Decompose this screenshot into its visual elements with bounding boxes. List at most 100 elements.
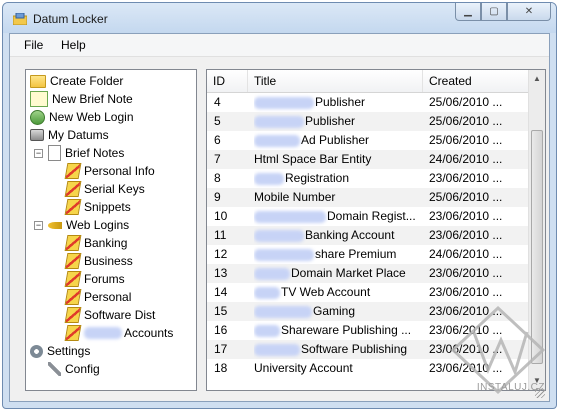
tree-item-forums[interactable]: Forums [64, 270, 125, 288]
tree-item-new-brief-note[interactable]: New Brief Note [30, 90, 133, 108]
tree-item-label: Create Folder [50, 74, 124, 88]
note-icon [48, 145, 61, 161]
pencil-icon [64, 163, 82, 179]
cell-created: 23/06/2010 ... [429, 304, 503, 318]
table-row[interactable]: 9 Mobile Number 25/06/2010 ... [207, 188, 529, 207]
table-row[interactable]: 6 Ad Publisher 25/06/2010 ... [207, 131, 529, 150]
table-row[interactable]: 5 Publisher 25/06/2010 ... [207, 112, 529, 131]
redacted-text [84, 327, 122, 339]
cell-title: Publisher [254, 112, 420, 131]
folder-icon [30, 74, 46, 88]
app-logo-icon [13, 13, 27, 25]
minimize-button[interactable]: ▁ [455, 3, 481, 21]
scroll-up-icon[interactable]: ▲ [531, 72, 543, 86]
tree-item-snippets[interactable]: Snippets [64, 198, 131, 216]
cell-title: Publisher [254, 93, 420, 112]
tree-item-label: My Datums [48, 128, 109, 142]
tree-item-label: Accounts [124, 326, 174, 340]
tree-item-label: Web Logins [66, 218, 130, 232]
window-title: Datum Locker [33, 12, 108, 26]
cell-title-text: Domain Market Place [291, 266, 406, 280]
table-row[interactable]: 16 Shareware Publishing ... 23/06/2010 ... [207, 321, 529, 340]
tree-item-brief-notes[interactable]: Brief Notes [48, 144, 124, 162]
table-row[interactable]: 10 Domain Regist... 23/06/2010 ... [207, 207, 529, 226]
maximize-button[interactable]: ▢ [481, 3, 507, 21]
tree-item-label: Banking [84, 236, 128, 250]
redacted-text [254, 210, 326, 223]
close-button[interactable]: ✕ [507, 3, 551, 21]
tree-item-label: New Brief Note [52, 92, 133, 106]
cell-title: Ad Publisher [254, 131, 420, 150]
tree-item-personal-info[interactable]: Personal Info [64, 162, 155, 180]
title-bar[interactable]: Datum Locker ▁ ▢ ✕ [3, 3, 556, 33]
table-row[interactable]: 14 TV Web Account 23/06/2010 ... [207, 283, 529, 302]
tree-item-create-folder[interactable]: Create Folder [30, 72, 123, 90]
redacted-text [254, 324, 280, 337]
cell-id: 13 [214, 266, 228, 280]
tree-item-banking[interactable]: Banking [64, 234, 128, 252]
cell-id: 12 [214, 247, 228, 261]
tree-item-new-web-login[interactable]: New Web Login [30, 108, 134, 126]
cell-created: 24/06/2010 ... [429, 247, 503, 261]
column-header-title[interactable]: Title [248, 70, 423, 92]
table-row[interactable]: 7 Html Space Bar Entity 24/06/2010 ... [207, 150, 529, 169]
redacted-text [254, 172, 284, 185]
tree-item-web-logins[interactable]: Web Logins [48, 216, 129, 234]
menu-help[interactable]: Help [61, 38, 86, 52]
cell-title-text: TV Web Account [281, 285, 371, 299]
cell-title-text: Html Space Bar Entity [254, 152, 372, 166]
menu-file[interactable]: File [24, 38, 43, 52]
cell-id: 8 [214, 171, 221, 185]
cell-title-text: Publisher [315, 95, 366, 109]
tree-item-personal[interactable]: Personal [64, 288, 131, 306]
table-row[interactable]: 11 Banking Account 23/06/2010 ... [207, 226, 529, 245]
vertical-scrollbar[interactable]: ▲ ▼ [528, 70, 545, 390]
datum-list[interactable]: ID Title Created 4 Publisher 25/06/2010 ..… [206, 69, 546, 391]
redacted-text [254, 229, 304, 242]
table-row[interactable]: 15 Gaming 23/06/2010 ... [207, 302, 529, 321]
tree-item-business[interactable]: Business [64, 252, 133, 270]
tree-item-label: Snippets [84, 200, 131, 214]
cell-created: 23/06/2010 ... [429, 209, 503, 223]
column-header-created[interactable]: Created [423, 70, 529, 92]
cell-title-text: Shareware Publishing ... [281, 323, 412, 337]
column-header-id[interactable]: ID [207, 70, 248, 92]
collapse-web-logins-toggle[interactable]: − [34, 221, 43, 230]
scroll-thumb[interactable] [531, 130, 543, 364]
app-window: Datum Locker ▁ ▢ ✕ File Help Create Fold… [2, 2, 557, 409]
tree-item-config[interactable]: Config [48, 360, 100, 378]
tree-item-software-dist[interactable]: Software Dist [64, 306, 155, 324]
close-icon: ✕ [524, 6, 534, 17]
cell-created: 23/06/2010 ... [429, 361, 503, 375]
pencil-icon [64, 235, 82, 251]
cell-id: 16 [214, 323, 228, 337]
globe-icon [30, 109, 45, 125]
cell-id: 14 [214, 285, 228, 299]
cell-title-text: Gaming [313, 304, 356, 318]
cell-created: 25/06/2010 ... [429, 133, 503, 147]
redacted-text [254, 248, 314, 261]
tree-item-label: Settings [47, 344, 91, 358]
cell-title-text: share Premium [315, 247, 397, 261]
table-row[interactable]: 18 University Account 23/06/2010 ... [207, 359, 529, 378]
tree-item-label: Serial Keys [84, 182, 145, 196]
cell-title-text: Registration [285, 171, 350, 185]
table-row[interactable]: 13 Domain Market Place 23/06/2010 ... [207, 264, 529, 283]
tree-item-serial-keys[interactable]: Serial Keys [64, 180, 145, 198]
tree-item-my-datums[interactable]: My Datums [30, 126, 109, 144]
table-row[interactable]: 12 share Premium 24/06/2010 ... [207, 245, 529, 264]
table-row[interactable]: 8 Registration 23/06/2010 ... [207, 169, 529, 188]
tree-item-settings[interactable]: Settings [30, 342, 90, 360]
cell-title: Banking Account [254, 226, 420, 245]
cell-created: 23/06/2010 ... [429, 285, 503, 299]
redacted-text [254, 134, 300, 147]
navigation-tree[interactable]: Create Folder New Brief Note New Web Log… [25, 69, 197, 391]
table-row[interactable]: 17 Software Publishing 23/06/2010 ... [207, 340, 529, 359]
cell-id: 5 [214, 114, 221, 128]
tree-item-label: Forums [84, 272, 125, 286]
cell-created: 25/06/2010 ... [429, 114, 503, 128]
pencil-icon [64, 325, 82, 341]
collapse-brief-notes-toggle[interactable]: − [34, 149, 43, 158]
tree-item-accounts[interactable]: Accounts [64, 324, 174, 342]
table-row[interactable]: 4 Publisher 25/06/2010 ... [207, 93, 529, 112]
